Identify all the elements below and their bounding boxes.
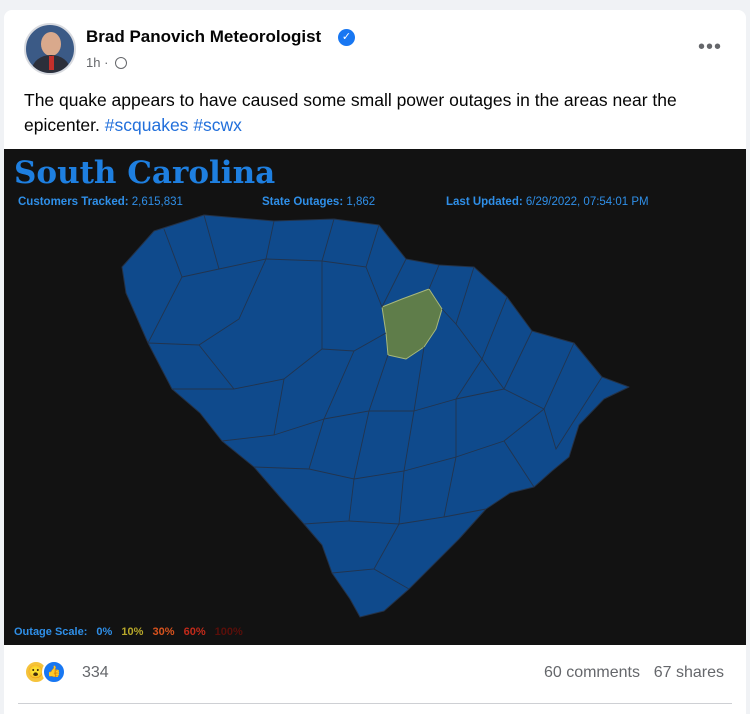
post-footer: 😮 👍 334 60 comments 67 shares xyxy=(4,645,746,714)
outage-scale: Outage Scale: 0% 10% 30% 60% 100% xyxy=(14,626,249,638)
outage-scale-label: Outage Scale: xyxy=(14,626,88,638)
post-card: Brad Panovich Meteorologist ✓ 1h · ••• T… xyxy=(4,10,746,714)
more-options-button[interactable]: ••• xyxy=(698,36,722,59)
meta-separator: · xyxy=(104,55,109,70)
comments-count[interactable]: 60 comments xyxy=(544,664,640,682)
scale-30: 30% xyxy=(152,626,175,638)
reaction-count[interactable]: 334 xyxy=(82,664,109,682)
shares-count[interactable]: 67 shares xyxy=(654,664,724,682)
like-reaction-icon: 👍 xyxy=(42,660,66,684)
state-outline xyxy=(121,214,630,618)
state-outages-value: 1,862 xyxy=(346,196,376,208)
author-name[interactable]: Brad Panovich Meteorologist xyxy=(86,27,321,47)
post-text: The quake appears to have caused some sm… xyxy=(24,88,724,138)
scale-60: 60% xyxy=(183,626,206,638)
post-time[interactable]: 1h xyxy=(86,55,100,70)
verified-badge-icon: ✓ xyxy=(338,29,355,46)
customers-tracked-value: 2,615,831 xyxy=(131,196,183,208)
globe-icon xyxy=(115,57,128,69)
hashtag-scwx[interactable]: #scwx xyxy=(193,115,242,135)
state-outages: State Outages: 1,862 xyxy=(262,196,375,208)
last-updated-label: Last Updated: xyxy=(446,196,523,208)
state-map xyxy=(121,214,630,618)
scale-0: 0% xyxy=(96,626,113,638)
customers-tracked-label: Customers Tracked: xyxy=(18,196,129,208)
hashtag-scquakes[interactable]: #scquakes xyxy=(105,115,189,135)
post-meta: 1h · xyxy=(86,55,128,70)
last-updated-value: 6/29/2022, 07:54:01 PM xyxy=(525,196,649,208)
scale-100: 100% xyxy=(214,626,243,638)
author-avatar[interactable] xyxy=(24,23,76,75)
customers-tracked: Customers Tracked: 2,615,831 xyxy=(18,196,183,208)
scale-10: 10% xyxy=(121,626,144,638)
map-title: South Carolina xyxy=(14,155,276,191)
footer-divider xyxy=(18,703,732,704)
last-updated: Last Updated: 6/29/2022, 07:54:01 PM xyxy=(446,196,649,208)
outage-map-image[interactable]: South Carolina Customers Tracked: 2,615,… xyxy=(4,149,746,645)
state-outages-label: State Outages: xyxy=(262,196,344,208)
